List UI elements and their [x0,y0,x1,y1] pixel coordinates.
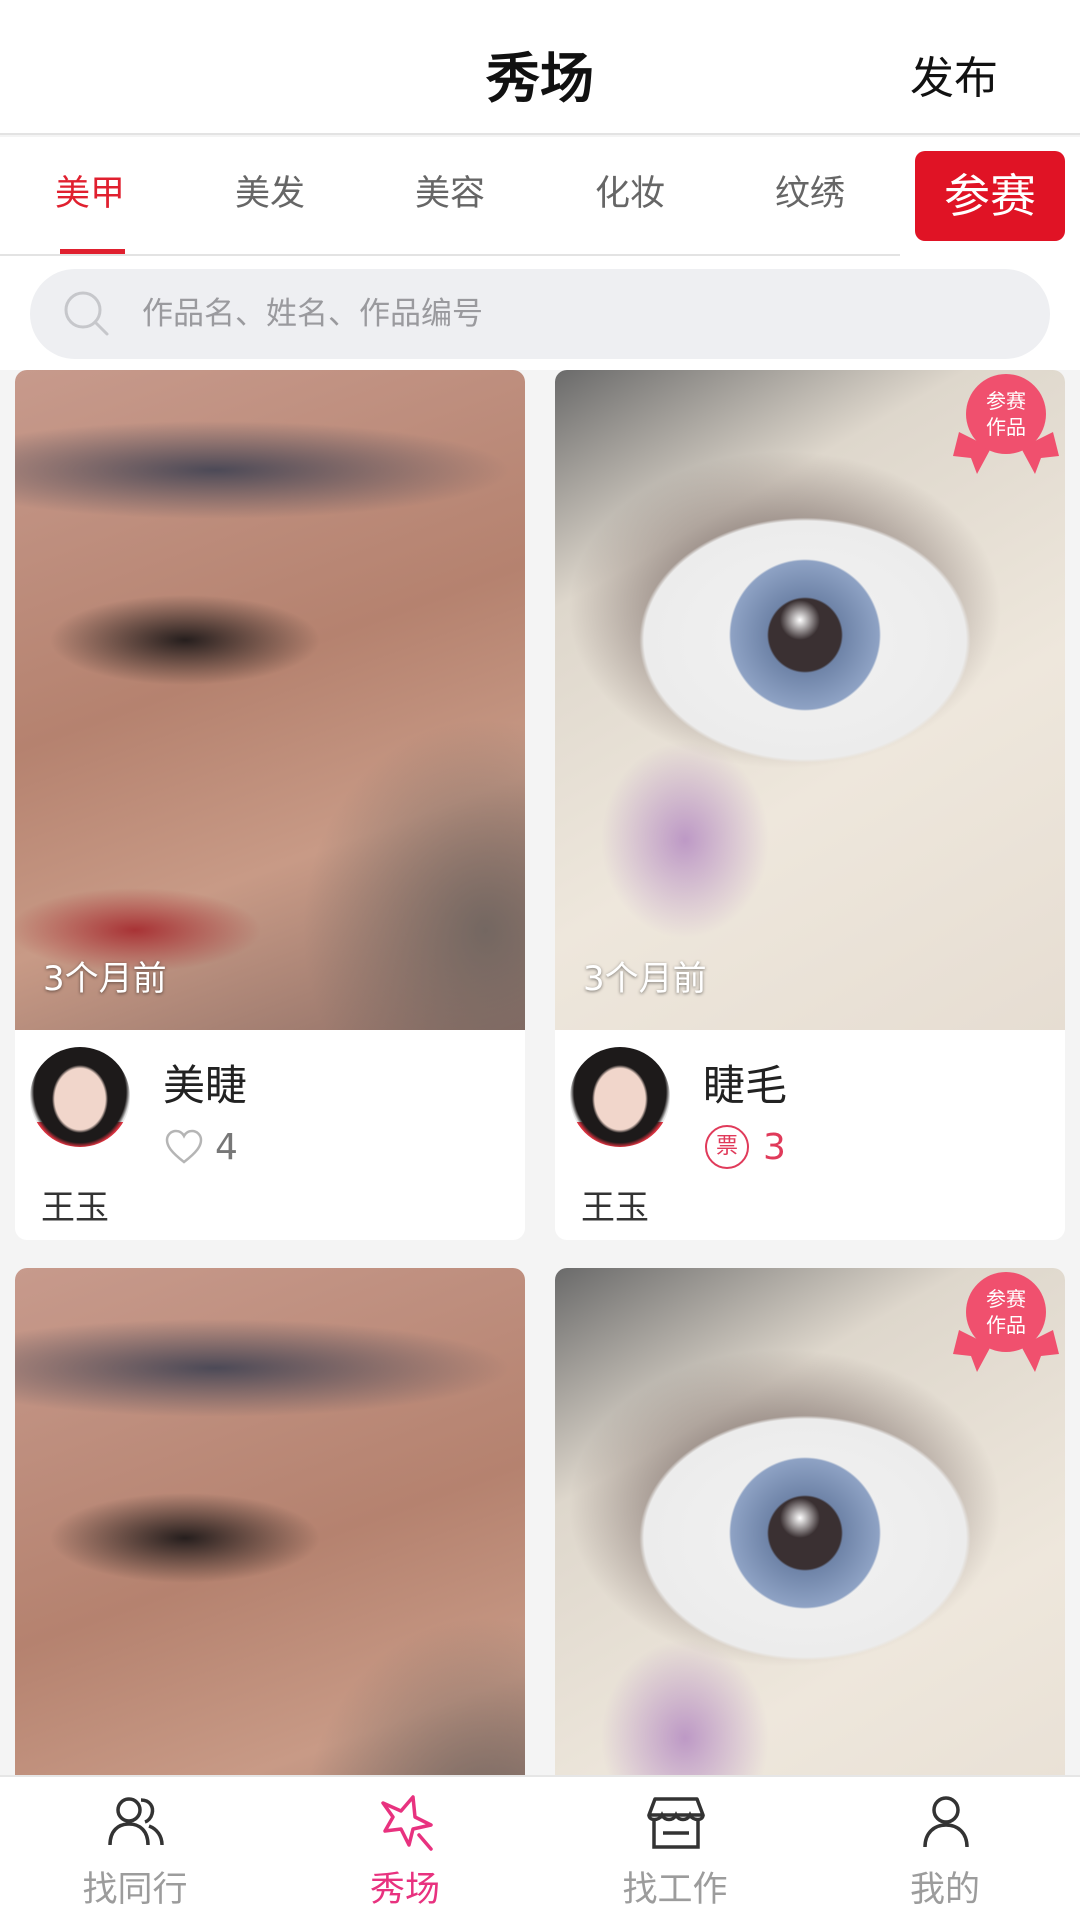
posted-time: 3个月前 [43,959,167,999]
nav-label: 秀场 [369,1870,440,1910]
like-stat[interactable]: 4 [165,1125,238,1169]
work-image[interactable]: 3个月前 参赛 作品 [555,370,1065,1030]
vote-icon[interactable]: 票 [705,1125,749,1169]
work-card[interactable]: 参赛 作品 [555,1268,1065,1788]
nav-find-peers[interactable]: 找同行 [0,1777,270,1920]
search-area [0,256,1080,370]
nav-mine[interactable]: 我的 [810,1777,1080,1920]
author-name: 王玉 [581,1188,649,1228]
nav-label: 我的 [909,1870,980,1910]
card-info: 美睫 4 王玉 [15,1030,525,1240]
nav-label: 找同行 [82,1870,188,1910]
tab-nail[interactable]: 美甲 [0,137,180,254]
publish-button[interactable]: 发布 [910,42,998,106]
search-icon [64,291,109,336]
app-screen: 秀场 发布 美甲 美发 美容 化妆 纹绣 参赛 3个月前 美睫 [0,0,1080,1920]
heart-icon[interactable] [165,1129,203,1165]
badge-text-line2: 作品 [986,1313,1026,1337]
work-card[interactable]: 3个月前 美睫 4 王玉 [15,370,525,1240]
search-bar[interactable] [30,269,1050,359]
work-card[interactable]: 3个月前 参赛 作品 睫毛 票 3 王玉 [555,370,1065,1240]
person-icon [923,1796,969,1848]
search-input[interactable] [142,269,1002,359]
work-image[interactable]: 参赛 作品 [555,1268,1065,1788]
star-icon [381,1795,433,1851]
active-tab-indicator [60,249,125,254]
nav-label: 找工作 [622,1870,728,1910]
like-count: 4 [215,1126,238,1168]
avatar[interactable] [30,1047,130,1147]
entry-ribbon-badge: 参赛 作品 [953,374,1059,474]
tab-makeup[interactable]: 化妆 [540,137,720,254]
badge-text-line1: 参赛 [986,389,1026,413]
category-tabbar: 美甲 美发 美容 化妆 纹绣 参赛 [0,137,1080,256]
top-header: 秀场 发布 [0,0,1080,135]
work-title: 睫毛 [703,1061,788,1110]
tab-hair[interactable]: 美发 [180,137,360,254]
nav-find-job[interactable]: 找工作 [540,1777,810,1920]
users-icon [108,1797,164,1846]
badge-text-line2: 作品 [986,415,1026,439]
entry-ribbon-badge: 参赛 作品 [953,1272,1059,1372]
compete-button[interactable]: 参赛 [915,151,1065,241]
vote-count: 3 [763,1126,786,1168]
author-name: 王玉 [41,1188,109,1228]
store-icon [647,1797,705,1849]
work-title: 美睫 [163,1061,248,1110]
nav-showcase[interactable]: 秀场 [270,1777,540,1920]
tab-beauty[interactable]: 美容 [360,137,540,254]
vote-stat[interactable]: 票 3 [705,1125,786,1169]
work-image[interactable]: 3个月前 [15,370,525,1030]
card-info: 睫毛 票 3 王玉 [555,1030,1065,1240]
work-image[interactable] [15,1268,525,1788]
tab-tattoo[interactable]: 纹绣 [720,137,900,254]
bottom-nav: 找同行 秀场 找工作 我的 [0,1775,1080,1920]
avatar[interactable] [570,1047,670,1147]
posted-time: 3个月前 [583,959,707,999]
work-card[interactable] [15,1268,525,1788]
tabs-row: 美甲 美发 美容 化妆 纹绣 [0,137,900,256]
badge-text-line1: 参赛 [986,1287,1026,1311]
